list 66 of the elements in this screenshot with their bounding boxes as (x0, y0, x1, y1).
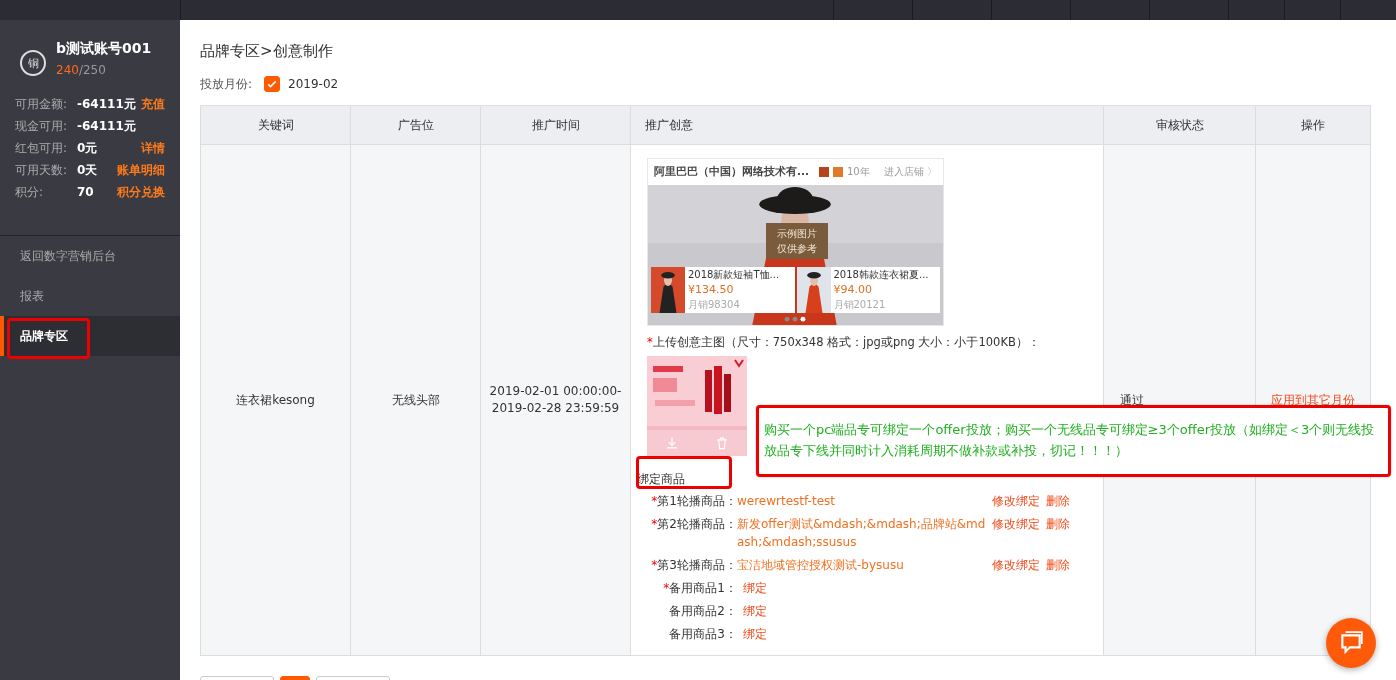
warning-note: 购买一个pc端品专可绑定一个offer投放；购买一个无线品专可绑定≥3个offer投放（如绑定＜3个则无线投放品专下线并同时计入消耗周期不做补款或补投，切记！！！） (756, 405, 1391, 477)
required-mark: * (651, 494, 658, 508)
table-cell: 2019-02-01 00:00:00- 2019-02-28 23:59:59 (489, 383, 622, 417)
binding-action-link[interactable]: 修改绑定 (992, 556, 1040, 574)
binding-action-link[interactable]: 修改绑定 (992, 492, 1040, 510)
month-value: 2019-02 (288, 77, 339, 91)
chat-button[interactable] (1326, 618, 1376, 668)
bound-product-link[interactable]: 宝洁地域管控授权测试-bysusu (737, 556, 987, 574)
stat-label: 可用金额: (15, 95, 69, 113)
bind-link[interactable]: 绑定 (743, 602, 767, 620)
required-mark: * (651, 517, 658, 531)
binding-action-link[interactable]: 删除 (1046, 515, 1070, 533)
binding-label: 备用商品3： (669, 627, 737, 641)
binding-label: 备用商品1： (669, 581, 737, 595)
required-mark: * (651, 558, 658, 572)
column-header: 操作 (1256, 106, 1370, 145)
column-header: 关键词 (201, 106, 351, 145)
binding-label: 第2轮播商品： (657, 517, 737, 531)
binding-action-link[interactable]: 删除 (1046, 556, 1070, 574)
shop-badge-icon (832, 167, 843, 177)
shop-name: 阿里巴巴（中国）网络技术有... (654, 165, 809, 179)
bound-product-link[interactable]: 新发offer测试&mdash;&mdash;品牌站&mdash;&mdash;ssusus (737, 515, 987, 551)
stat-link[interactable]: 积分兑换 (117, 183, 165, 201)
month-label: 投放月份: (200, 75, 253, 93)
bind-link[interactable]: 绑定 (743, 625, 767, 643)
table-cell: 无线头部 (391, 391, 440, 409)
bound-product-link[interactable]: werewrtestf-test (737, 492, 987, 510)
binding-label: 第3轮播商品： (657, 558, 737, 572)
stat-label: 现金可用: (15, 117, 69, 135)
checkmark-icon (266, 78, 279, 90)
nav-item[interactable]: 报表 (0, 276, 180, 316)
points-total: /250 (78, 63, 106, 77)
shop-badge-icon (818, 167, 829, 177)
binding-action-link[interactable]: 删除 (1046, 492, 1070, 510)
upload-label: 上传创意主图（尺寸：750x348 格式：jpg或png 大小：小于100KB）： (652, 335, 1040, 349)
nav-item[interactable]: 品牌专区 (0, 316, 180, 356)
binding-action-link[interactable]: 修改绑定 (992, 515, 1040, 533)
nav-item[interactable]: 返回数字营销后台 (0, 236, 180, 276)
stat-link[interactable]: 详情 (141, 139, 165, 157)
breadcrumb: 品牌专区>创意制作 (200, 41, 334, 62)
table-cell: 连衣裙kesong (236, 391, 315, 409)
column-header: 审核状态 (1104, 106, 1256, 145)
chat-icon (1338, 630, 1364, 656)
account-name: b测试账号001 (56, 40, 152, 58)
stat-value: 0天 (77, 161, 99, 179)
month-checkbox[interactable] (264, 76, 281, 92)
shop-years: 10年 (846, 165, 870, 179)
stat-label: 可用天数: (15, 161, 69, 179)
stat-value: -64111元 (77, 117, 137, 135)
column-header: 推广创意 (631, 106, 1104, 145)
bind-link[interactable]: 绑定 (743, 579, 767, 597)
medal-icon: 铜 (20, 50, 46, 76)
binding-label: 备用商品2： (669, 604, 737, 618)
required-mark: * (647, 335, 653, 349)
stat-value: 0元 (77, 139, 99, 157)
stat-label: 积分: (15, 183, 45, 201)
stat-value: -64111元 (77, 95, 137, 113)
stat-link[interactable]: 充值 (141, 95, 165, 113)
stat-value: 70 (77, 185, 95, 199)
stat-label: 红包可用: (15, 139, 69, 157)
column-header: 推广时间 (481, 106, 631, 145)
required-mark: * (663, 581, 670, 595)
stat-link[interactable]: 账单明细 (117, 161, 165, 179)
binding-label: 第1轮播商品： (657, 494, 737, 508)
column-header: 广告位 (351, 106, 481, 145)
points-value: 240 (56, 63, 79, 77)
